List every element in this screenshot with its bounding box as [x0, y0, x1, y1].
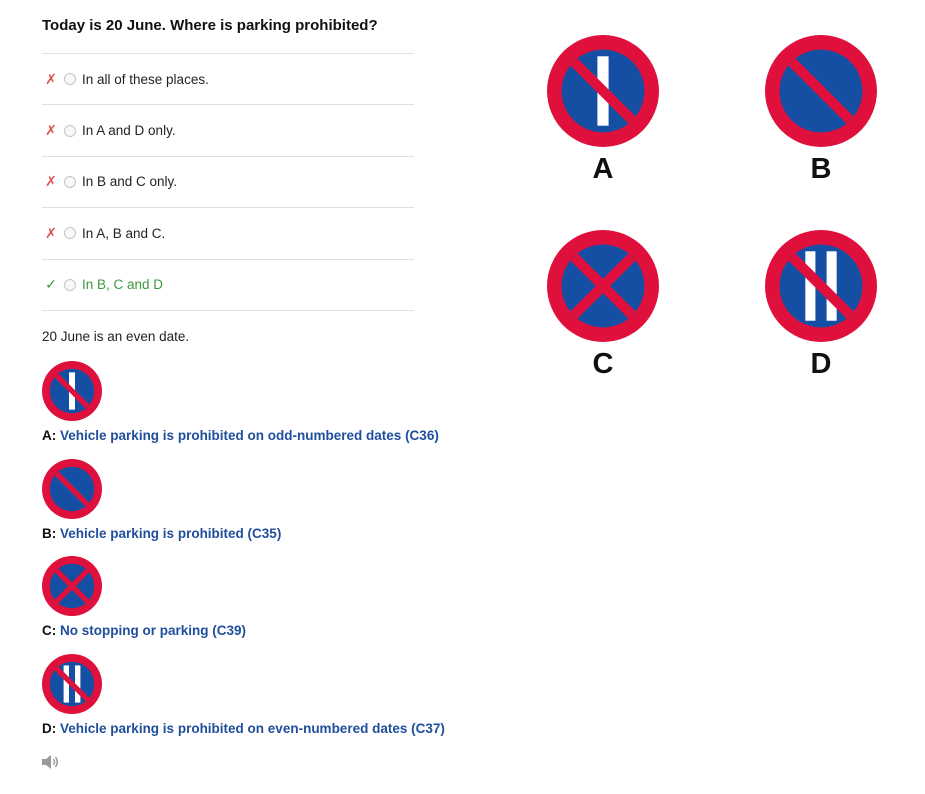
answer-option-1[interactable]: ✗ In all of these places.	[42, 54, 414, 106]
no-stopping-sign-icon	[547, 230, 659, 342]
radio-button[interactable]	[64, 175, 76, 188]
sign-label: C	[592, 348, 614, 380]
sign-label: A	[592, 153, 614, 185]
wrong-mark-icon: ✗	[45, 224, 57, 241]
sign-description-link[interactable]: Vehicle parking is prohibited (C35)	[60, 526, 281, 541]
no-parking-even-dates-sign-icon	[765, 230, 877, 342]
big-sign-a: A	[547, 35, 659, 186]
no-parking-odd-dates-sign-icon	[42, 361, 102, 421]
sign-key: B:	[42, 526, 57, 541]
correct-mark-icon: ✓	[45, 276, 57, 293]
radio-button[interactable]	[64, 73, 76, 86]
sign-caption: A: Vehicle parking is prohibited on odd-…	[42, 428, 439, 443]
sign-entry-d: D: Vehicle parking is prohibited on even…	[42, 654, 445, 736]
wrong-mark-icon: ✗	[45, 122, 57, 139]
sign-caption: D: Vehicle parking is prohibited on even…	[42, 721, 445, 736]
sign-entry-c: C: No stopping or parking (C39)	[42, 556, 246, 638]
sign-caption: C: No stopping or parking (C39)	[42, 623, 246, 638]
no-parking-odd-dates-sign-icon	[547, 35, 659, 147]
big-sign-b: B	[765, 35, 877, 186]
explanation-text: 20 June is an even date.	[42, 329, 190, 344]
wrong-mark-icon: ✗	[45, 173, 57, 190]
no-stopping-sign-icon	[42, 556, 102, 616]
radio-button[interactable]	[64, 124, 76, 137]
sign-caption: B: Vehicle parking is prohibited (C35)	[42, 526, 281, 541]
answer-text: In B and C only.	[82, 174, 178, 190]
answer-text: In A and D only.	[82, 123, 176, 139]
sign-description-link[interactable]: Vehicle parking is prohibited on odd-num…	[60, 428, 439, 443]
radio-button[interactable]	[64, 278, 76, 291]
answer-option-4[interactable]: ✗ In A, B and C.	[42, 208, 414, 260]
answer-text: In B, C and D	[82, 277, 164, 293]
answer-list: ✗ In all of these places. ✗ In A and D o…	[42, 53, 414, 311]
sign-description-link[interactable]: Vehicle parking is prohibited on even-nu…	[60, 721, 445, 736]
sign-key: C:	[42, 623, 57, 638]
sign-key: A:	[42, 428, 57, 443]
sign-entry-b: B: Vehicle parking is prohibited (C35)	[42, 459, 281, 541]
sign-label: D	[810, 348, 832, 380]
big-sign-d: D	[765, 230, 877, 381]
no-parking-sign-icon	[42, 459, 102, 519]
sign-label: B	[810, 153, 832, 185]
answer-option-3[interactable]: ✗ In B and C only.	[42, 157, 414, 209]
answer-option-2[interactable]: ✗ In A and D only.	[42, 105, 414, 157]
speaker-icon[interactable]	[41, 753, 61, 771]
answer-option-5[interactable]: ✓ In B, C and D	[42, 260, 414, 311]
answer-text: In A, B and C.	[82, 225, 166, 241]
sign-description-link[interactable]: No stopping or parking (C39)	[60, 623, 246, 638]
question-text: Today is 20 June. Where is parking prohi…	[42, 17, 378, 34]
no-parking-even-dates-sign-icon	[42, 654, 102, 714]
radio-button[interactable]	[64, 227, 76, 240]
answer-text: In all of these places.	[82, 71, 209, 87]
sign-key: D:	[42, 721, 57, 736]
wrong-mark-icon: ✗	[45, 70, 57, 87]
sign-entry-a: A: Vehicle parking is prohibited on odd-…	[42, 361, 439, 443]
no-parking-sign-icon	[765, 35, 877, 147]
big-sign-c: C	[547, 230, 659, 381]
